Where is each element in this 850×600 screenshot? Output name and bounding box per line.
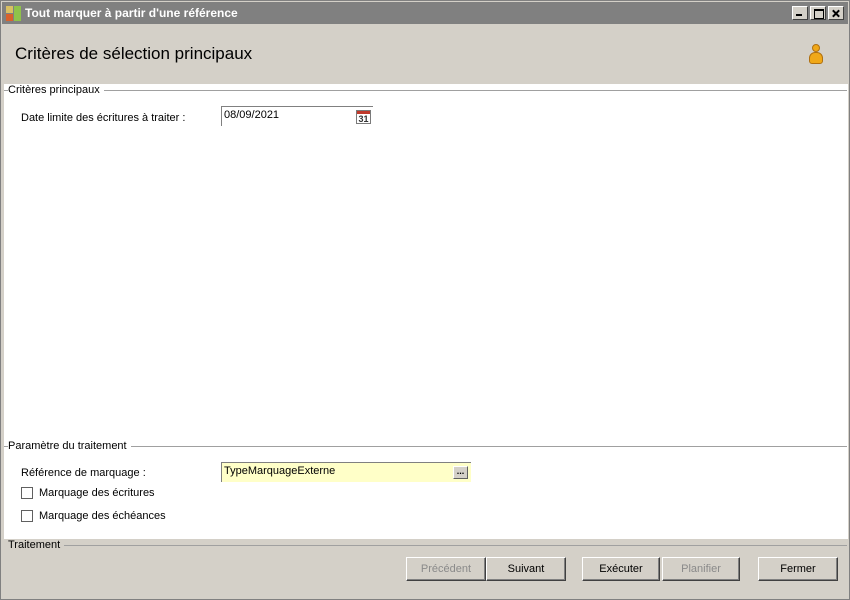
user-icon [808, 44, 824, 66]
section-title-processing-params: Paramètre du traitement [8, 440, 131, 452]
footer: Traitement Précédent Suivant Exécuter Pl… [2, 539, 848, 599]
checkbox-mark-entries-label: Marquage des écritures [39, 487, 155, 499]
criteria-panel: Critères principaux Date limite des écri… [4, 84, 848, 539]
section-title-processing: Traitement [8, 539, 65, 551]
date-limit-field[interactable]: 08/09/2021 31 [221, 106, 373, 126]
execute-button[interactable]: Exécuter [582, 557, 660, 581]
close-button[interactable]: Fermer [758, 557, 838, 581]
divider [60, 545, 847, 546]
checkbox-mark-due-dates[interactable] [21, 510, 33, 522]
checkbox-row-due-dates[interactable]: Marquage des échéances [21, 510, 166, 522]
close-window-button[interactable] [828, 6, 844, 20]
app-icon [6, 6, 21, 21]
reference-label: Référence de marquage : [21, 467, 146, 479]
calendar-icon[interactable]: 31 [356, 110, 371, 124]
checkbox-mark-entries[interactable] [21, 487, 33, 499]
browse-reference-button[interactable]: ... [453, 466, 468, 479]
checkbox-mark-due-dates-label: Marquage des échéances [39, 510, 166, 522]
checkbox-row-entries[interactable]: Marquage des écritures [21, 487, 155, 499]
title-bar[interactable]: Tout marquer à partir d'une référence [2, 2, 848, 24]
next-button[interactable]: Suivant [486, 557, 566, 581]
calendar-day: 31 [358, 114, 369, 124]
schedule-button[interactable]: Planifier [662, 557, 740, 581]
divider [4, 90, 847, 91]
minimize-button[interactable] [792, 6, 808, 20]
dialog-window: Tout marquer à partir d'une référence Cr… [0, 0, 850, 600]
page-title: Critères de sélection principaux [15, 44, 253, 63]
date-limit-label: Date limite des écritures à traiter : [21, 112, 186, 124]
maximize-button[interactable] [810, 6, 826, 20]
date-limit-value: 08/09/2021 [224, 109, 280, 121]
window-title: Tout marquer à partir d'une référence [25, 6, 238, 20]
section-title-main-criteria: Critères principaux [8, 84, 104, 96]
page-header: Critères de sélection principaux [2, 24, 848, 84]
reference-value: TypeMarquageExterne [224, 465, 336, 477]
reference-field[interactable]: TypeMarquageExterne ... [221, 462, 471, 482]
previous-button[interactable]: Précédent [406, 557, 486, 581]
